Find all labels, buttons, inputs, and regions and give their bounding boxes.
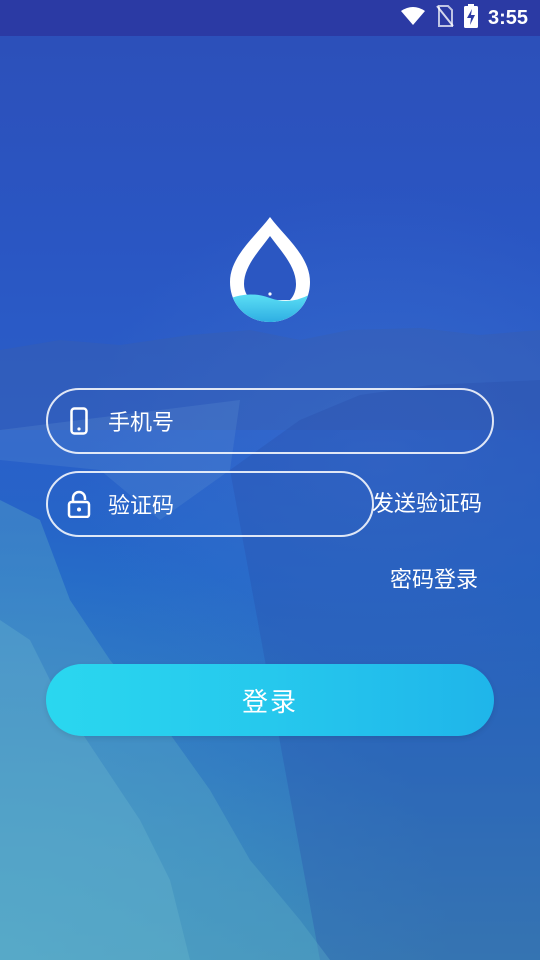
water-drop-logo <box>226 214 314 326</box>
status-bar: 3:55 <box>0 0 540 36</box>
battery-charging-icon <box>463 4 478 32</box>
lock-icon <box>64 489 94 519</box>
phone-icon <box>64 406 94 436</box>
password-login-link[interactable]: 密码登录 <box>390 562 478 594</box>
phone-input[interactable]: 手机号 <box>46 388 494 454</box>
send-code-button[interactable]: 发送验证码 <box>372 486 482 518</box>
wifi-icon <box>400 6 426 30</box>
no-sim-icon <box>436 5 454 31</box>
phone-placeholder: 手机号 <box>108 411 175 436</box>
login-button-label: 登录 <box>241 687 298 718</box>
code-placeholder: 验证码 <box>108 494 175 519</box>
login-button[interactable]: 登录 <box>46 664 494 736</box>
verification-code-input[interactable]: 验证码 <box>46 471 374 537</box>
clock: 3:55 <box>487 6 528 29</box>
